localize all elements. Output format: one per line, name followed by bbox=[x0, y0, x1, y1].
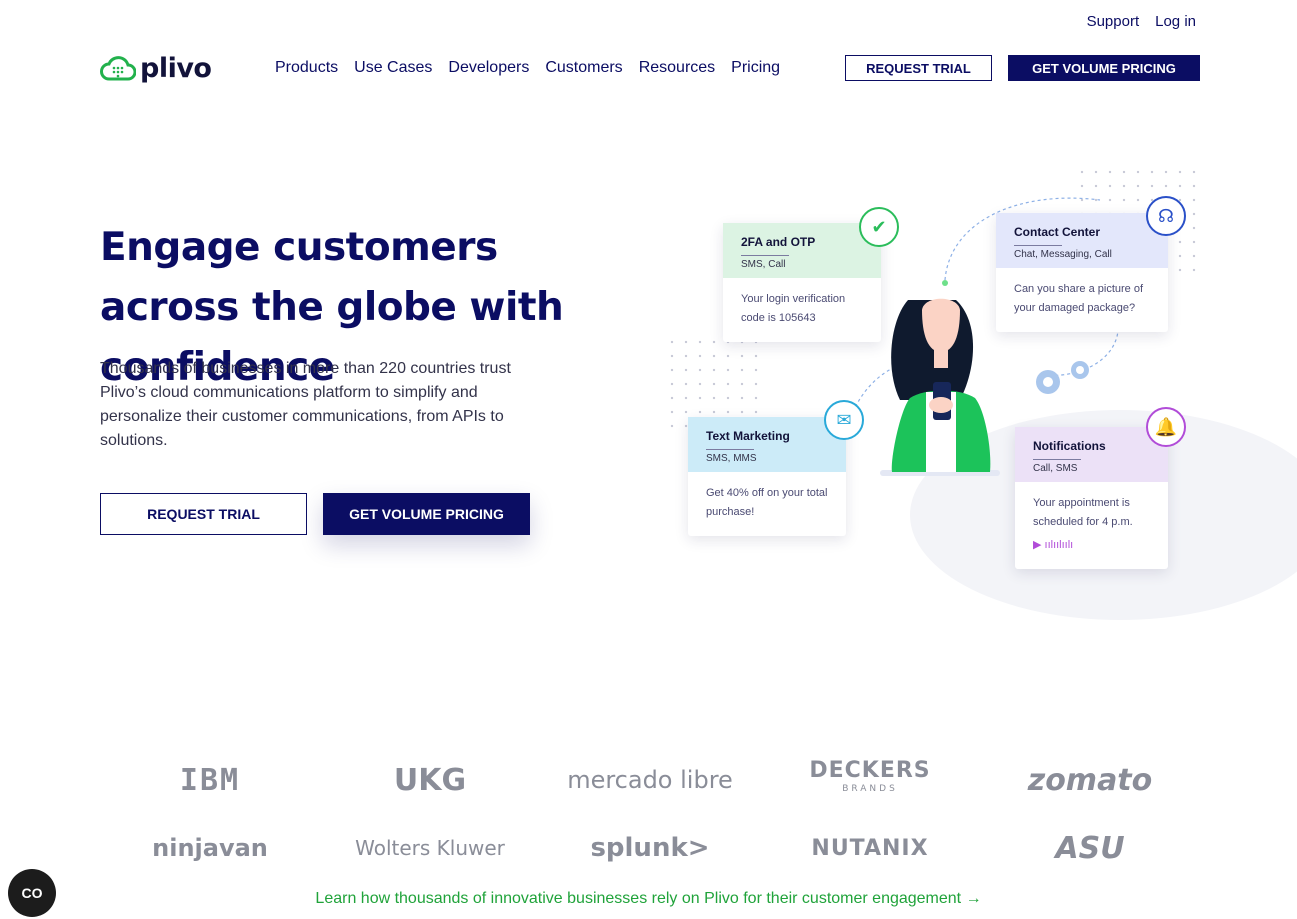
logo-mercado-libre: mercado libre bbox=[567, 766, 733, 794]
card-contact-center: Contact Center Chat, Messaging, Call Can… bbox=[996, 213, 1168, 332]
card-title: Text Marketing bbox=[706, 429, 790, 443]
header-request-trial-button[interactable]: REQUEST TRIAL bbox=[845, 55, 992, 81]
header-buttons: REQUEST TRIAL GET VOLUME PRICING bbox=[845, 55, 1200, 81]
brand-name: plivo bbox=[140, 52, 212, 84]
login-link[interactable]: Log in bbox=[1155, 13, 1196, 30]
audio-wave-icon: ▶ ıılıılıılı bbox=[1033, 539, 1074, 551]
nav-use-cases[interactable]: Use Cases bbox=[354, 59, 432, 77]
nav-pricing[interactable]: Pricing bbox=[731, 59, 780, 77]
nav-developers[interactable]: Developers bbox=[448, 59, 529, 77]
card-title: Notifications bbox=[1033, 439, 1106, 453]
card-notifications: Notifications Call, SMS Your appointment… bbox=[1015, 427, 1168, 569]
logo-ninjavan: ninjavan bbox=[152, 834, 268, 862]
logo-wolters-kluwer: Wolters Kluwer bbox=[355, 836, 505, 860]
bell-icon: 🔔 bbox=[1146, 407, 1186, 447]
logo-nutanix: NUTANIX bbox=[811, 835, 929, 861]
card-message: Your login verification code is 105643 bbox=[741, 293, 846, 324]
card-message-text: Your appointment is scheduled for 4 p.m. bbox=[1033, 497, 1133, 528]
card-message: Get 40% off on your total purchase! bbox=[706, 487, 828, 518]
primary-nav: Products Use Cases Developers Customers … bbox=[275, 59, 780, 77]
chat-bubble-icon: ✉ bbox=[824, 400, 864, 440]
card-header: 2FA and OTP SMS, Call bbox=[723, 223, 881, 278]
plivo-logo[interactable]: plivo bbox=[100, 53, 275, 84]
shield-check-icon: ✔ bbox=[859, 207, 899, 247]
card-subtitle: SMS, Call bbox=[741, 255, 863, 270]
card-title: Contact Center bbox=[1014, 225, 1101, 239]
logo-deckers: DECKERS BRANDS bbox=[760, 760, 980, 798]
hero-request-trial-button[interactable]: REQUEST TRIAL bbox=[100, 493, 307, 535]
utility-links: Support Log in bbox=[1087, 13, 1196, 30]
card-header: Contact Center Chat, Messaging, Call bbox=[996, 213, 1168, 268]
card-title: 2FA and OTP bbox=[741, 235, 816, 249]
header-volume-pricing-button[interactable]: GET VOLUME PRICING bbox=[1008, 55, 1200, 81]
logo-deckers-sub: BRANDS bbox=[842, 784, 898, 794]
chat-widget-button[interactable]: CO bbox=[8, 869, 56, 917]
logo-asu: ASU bbox=[1055, 830, 1125, 866]
hero-buttons: REQUEST TRIAL GET VOLUME PRICING bbox=[100, 493, 530, 535]
card-2fa-otp: 2FA and OTP SMS, Call Your login verific… bbox=[723, 223, 881, 342]
logo-row-1: IBM UKG mercado libre DECKERS BRANDS zom… bbox=[100, 752, 1200, 808]
hero-subtitle: Thousands of businesses in more than 220… bbox=[100, 360, 511, 449]
main-header: plivo Products Use Cases Developers Cust… bbox=[100, 50, 1200, 86]
card-header: Notifications Call, SMS bbox=[1015, 427, 1168, 482]
logo-ibm: IBM bbox=[179, 762, 241, 798]
card-message: Can you share a picture of your damaged … bbox=[1014, 283, 1144, 314]
card-subtitle: SMS, MMS bbox=[706, 449, 828, 464]
logo-splunk: splunk> bbox=[590, 833, 710, 863]
nav-resources[interactable]: Resources bbox=[639, 59, 715, 77]
hero-illustration: 2FA and OTP SMS, Call Your login verific… bbox=[660, 160, 1297, 620]
nav-customers[interactable]: Customers bbox=[545, 59, 622, 77]
headset-icon: ☊ bbox=[1146, 196, 1186, 236]
card-message: Your appointment is scheduled for 4 p.m.… bbox=[1015, 482, 1168, 569]
card-subtitle: Chat, Messaging, Call bbox=[1014, 245, 1150, 260]
card-subtitle: Call, SMS bbox=[1033, 459, 1150, 474]
logo-row-2: ninjavan Wolters Kluwer splunk> NUTANIX … bbox=[100, 820, 1200, 876]
nav-products[interactable]: Products bbox=[275, 59, 338, 77]
logo-zomato: zomato bbox=[1027, 762, 1153, 798]
customer-logos: IBM UKG mercado libre DECKERS BRANDS zom… bbox=[100, 752, 1200, 888]
card-text-marketing: Text Marketing SMS, MMS Get 40% off on y… bbox=[688, 417, 846, 536]
learn-more-link[interactable]: Learn how thousands of innovative busine… bbox=[0, 890, 1297, 908]
card-header: Text Marketing SMS, MMS bbox=[688, 417, 846, 472]
cloud-phone-logo-icon bbox=[100, 56, 136, 81]
support-link[interactable]: Support bbox=[1087, 13, 1140, 30]
hero-volume-pricing-button[interactable]: GET VOLUME PRICING bbox=[323, 493, 530, 535]
logo-ukg: UKG bbox=[393, 762, 467, 798]
